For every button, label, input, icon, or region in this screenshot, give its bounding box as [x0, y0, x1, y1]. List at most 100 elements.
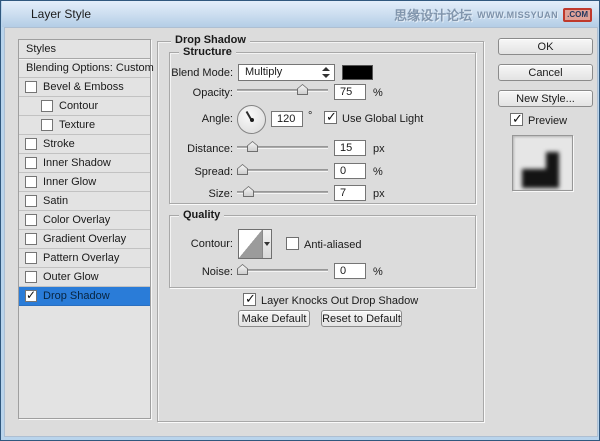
watermark-forum-name: 思缘设计论坛 [394, 5, 472, 24]
size-slider[interactable] [237, 186, 328, 198]
watermark-badge: .COM [563, 8, 592, 22]
noise-slider-thumb[interactable] [237, 264, 248, 275]
styles-list-item[interactable]: Stroke [19, 135, 150, 154]
styles-list-item[interactable]: Inner Shadow [19, 154, 150, 173]
quality-legend: Quality [179, 209, 224, 221]
style-label: Inner Shadow [43, 157, 111, 169]
opacity-slider[interactable] [237, 84, 328, 96]
layer-knocks-out-label: Layer Knocks Out Drop Shadow [261, 295, 418, 307]
angle-dial[interactable] [237, 105, 266, 134]
contour-dropdown-arrow-icon[interactable] [262, 230, 271, 258]
style-label: Color Overlay [43, 214, 110, 226]
structure-legend: Structure [179, 46, 236, 58]
style-preview-thumbnail [512, 135, 573, 191]
style-checkbox[interactable] [25, 252, 37, 264]
styles-list-item[interactable]: Texture [19, 116, 150, 135]
distance-label: Distance: [141, 143, 233, 155]
spread-slider-thumb[interactable] [237, 164, 248, 175]
style-label: Satin [43, 195, 68, 207]
style-checkbox[interactable] [25, 271, 37, 283]
style-checkbox[interactable] [41, 100, 53, 112]
size-unit: px [373, 188, 385, 200]
reset-to-default-button[interactable]: Reset to Default [321, 310, 402, 327]
angle-label: Angle: [141, 113, 233, 125]
styles-list-item[interactable]: Satin [19, 192, 150, 211]
angle-input[interactable]: 120 [271, 111, 303, 127]
style-checkbox[interactable] [25, 195, 37, 207]
make-default-button[interactable]: Make Default [238, 310, 310, 327]
styles-list-item[interactable]: Outer Glow [19, 268, 150, 287]
style-label: Drop Shadow [43, 290, 110, 302]
use-global-light-checkbox[interactable] [324, 111, 337, 124]
spread-label: Spread: [141, 166, 233, 178]
title-bar[interactable]: Layer Style 思缘设计论坛 WWW.MISSYUAN .COM [2, 1, 599, 27]
ok-button[interactable]: OK [498, 38, 593, 55]
styles-list-item[interactable]: Inner Glow [19, 173, 150, 192]
preview-checkbox[interactable] [510, 113, 523, 126]
size-slider-thumb[interactable] [243, 186, 254, 197]
opacity-input[interactable]: 75 [334, 84, 366, 100]
noise-slider-track[interactable] [237, 269, 328, 272]
anti-aliased-checkbox[interactable] [286, 237, 299, 250]
noise-input[interactable]: 0 [334, 263, 366, 279]
spread-input[interactable]: 0 [334, 163, 366, 179]
spread-unit: % [373, 166, 383, 178]
style-label: Inner Glow [43, 176, 96, 188]
noise-unit: % [373, 266, 383, 278]
noise-label: Noise: [141, 266, 233, 278]
preview-label: Preview [528, 115, 567, 127]
style-checkbox[interactable] [25, 290, 37, 302]
opacity-slider-track[interactable] [237, 89, 328, 92]
styles-list-item[interactable]: Pattern Overlay [19, 249, 150, 268]
styles-list-item[interactable]: Contour [19, 97, 150, 116]
new-style-button[interactable]: New Style... [498, 90, 593, 107]
opacity-unit: % [373, 87, 383, 99]
spread-slider-track[interactable] [237, 169, 328, 172]
style-label: Stroke [43, 138, 75, 150]
styles-list-item[interactable]: Color Overlay [19, 211, 150, 230]
size-input[interactable]: 7 [334, 185, 366, 201]
size-label: Size: [141, 188, 233, 200]
opacity-slider-thumb[interactable] [297, 84, 308, 95]
contour-thumbnail-icon [239, 230, 262, 258]
distance-slider[interactable] [237, 141, 328, 153]
contour-label: Contour: [141, 238, 233, 250]
contour-picker[interactable] [238, 229, 272, 259]
spread-slider[interactable] [237, 164, 328, 176]
window-title: Layer Style [31, 7, 91, 21]
layer-style-dialog: Layer Style 思缘设计论坛 WWW.MISSYUAN .COM Sty… [0, 0, 600, 441]
distance-slider-thumb[interactable] [247, 141, 258, 152]
layer-knocks-out-checkbox[interactable] [243, 293, 256, 306]
blend-mode-value: Multiply [245, 66, 282, 78]
style-checkbox[interactable] [25, 233, 37, 245]
styles-list-item[interactable]: Drop Shadow [19, 287, 150, 306]
style-checkbox[interactable] [25, 176, 37, 188]
drop-shadow-preview-shape [513, 136, 572, 190]
shadow-color-swatch[interactable] [342, 65, 373, 80]
style-checkbox[interactable] [41, 119, 53, 131]
blend-mode-select[interactable]: Multiply [238, 64, 335, 81]
styles-list: Styles Blending Options: Custom Bevel & … [18, 39, 151, 419]
updown-arrows-icon [319, 66, 331, 79]
watermark-url: WWW.MISSYUAN [477, 10, 558, 20]
style-checkbox[interactable] [25, 81, 37, 93]
angle-unit: ° [308, 110, 312, 122]
noise-slider[interactable] [237, 264, 328, 276]
opacity-label: Opacity: [141, 87, 233, 99]
use-global-light-label: Use Global Light [342, 113, 423, 125]
styles-list-item[interactable]: Gradient Overlay [19, 230, 150, 249]
panel-legend: Drop Shadow [171, 34, 250, 46]
style-checkbox[interactable] [25, 157, 37, 169]
style-label: Outer Glow [43, 271, 99, 283]
styles-list-item[interactable]: Styles [19, 40, 150, 59]
styles-list-item[interactable]: Blending Options: Custom [19, 59, 150, 78]
style-checkbox[interactable] [25, 138, 37, 150]
cancel-button[interactable]: Cancel [498, 64, 593, 81]
distance-input[interactable]: 15 [334, 140, 366, 156]
styles-list-item[interactable]: Bevel & Emboss [19, 78, 150, 97]
angle-center-dot [250, 118, 254, 122]
style-checkbox[interactable] [25, 214, 37, 226]
style-label: Styles [26, 43, 56, 55]
style-label: Pattern Overlay [43, 252, 119, 264]
blend-mode-label: Blend Mode: [141, 67, 233, 79]
